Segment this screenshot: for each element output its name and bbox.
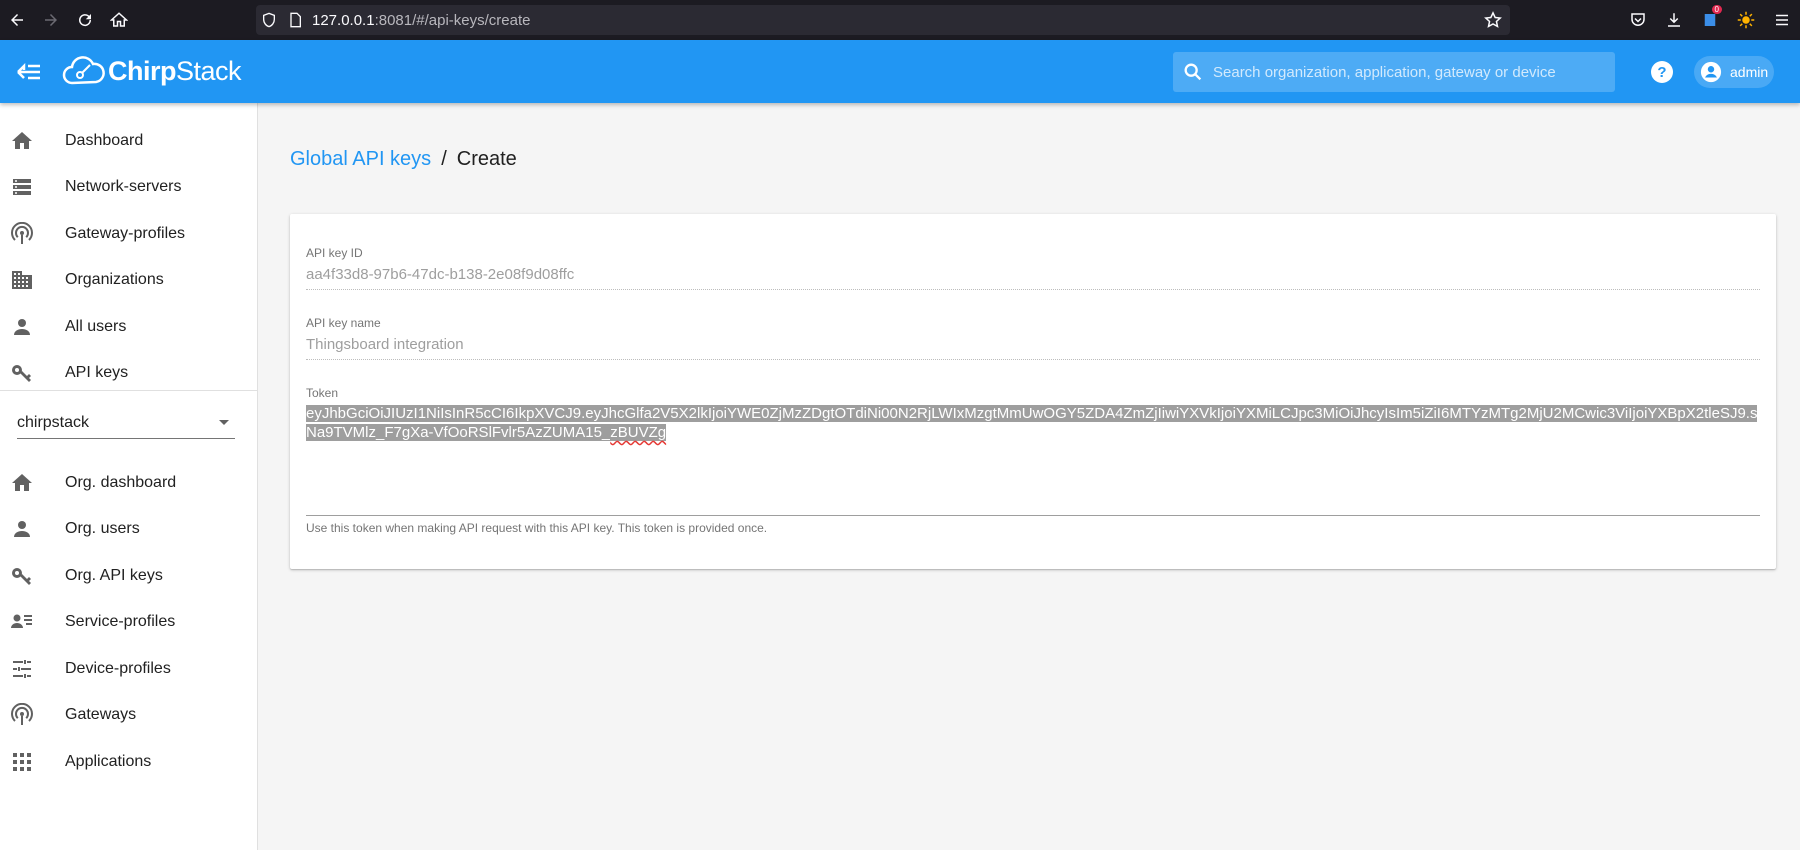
sidebar-item-label: API keys xyxy=(65,364,129,381)
token-textarea[interactable]: eyJhbGciOiJIUzI1NiIsInR5cCI6IkpXVCJ9.eyJ… xyxy=(306,404,1760,516)
user-name: admin xyxy=(1730,64,1769,80)
home-icon[interactable] xyxy=(102,0,136,40)
key-icon xyxy=(10,564,34,588)
api-key-name-field[interactable]: API key name Thingsboard integration xyxy=(306,316,1760,360)
sidebar-item-label: Organizations xyxy=(65,271,164,288)
back-icon[interactable] xyxy=(0,0,34,40)
api-key-name-value[interactable]: Thingsboard integration xyxy=(306,336,1760,360)
sidebar-item-label: Org. API keys xyxy=(65,567,163,584)
token-selected-text: eyJhbGciOiJIUzI1NiIsInR5cCI6IkpXVCJ9.eyJ… xyxy=(306,405,1758,441)
url-text: 127.0.0.1:8081/#/api-keys/create xyxy=(312,12,531,29)
sidebar-item-device-profiles[interactable]: Device-profiles xyxy=(0,646,257,692)
domain-icon xyxy=(10,268,34,292)
radio-tower-icon xyxy=(10,221,34,246)
sidebar-item-label: Network-servers xyxy=(65,178,182,195)
breadcrumb-separator: / xyxy=(441,148,447,170)
url-host: 127.0.0.1 xyxy=(312,11,375,29)
search-input[interactable] xyxy=(1213,63,1603,81)
download-icon[interactable] xyxy=(1656,11,1692,29)
api-key-name-label: API key name xyxy=(306,316,381,330)
page-icon[interactable] xyxy=(282,12,308,28)
sidebar-item-label: All users xyxy=(65,318,127,335)
bookmark-star-icon[interactable] xyxy=(1484,11,1502,34)
sidebar-item-dashboard[interactable]: Dashboard xyxy=(0,118,257,164)
sidebar-item-network-servers[interactable]: Network-servers xyxy=(0,164,257,210)
breadcrumb-link-global-api-keys[interactable]: Global API keys xyxy=(290,148,431,171)
sidebar-item-label: Dashboard xyxy=(65,132,144,149)
organization-select[interactable]: chirpstack xyxy=(17,407,235,439)
sidebar-item-org-api-keys[interactable]: Org. API keys xyxy=(0,553,257,599)
chirpstack-logo[interactable]: ChirpStack xyxy=(60,50,242,92)
page-title: Create xyxy=(456,148,517,170)
sidebar-item-label: Org. dashboard xyxy=(65,474,177,491)
token-field-label-wrap: Token xyxy=(306,386,1760,400)
logo-text-light: Stack xyxy=(176,55,242,86)
sidebar-item-gateways[interactable]: Gateways xyxy=(0,692,257,738)
key-icon xyxy=(10,361,34,385)
user-menu-button[interactable]: admin xyxy=(1694,56,1774,88)
sidebar: Dashboard Network-servers Gateway-profil… xyxy=(0,103,258,850)
sun-icon[interactable] xyxy=(1728,11,1764,29)
breadcrumb: Global API keys / Create xyxy=(290,148,517,171)
sidebar-item-label: Gateway-profiles xyxy=(65,225,186,242)
server-icon xyxy=(10,175,34,199)
cloud-logo-icon xyxy=(62,56,105,85)
api-key-form-card: API key ID aa4f33d8-97b6-47dc-b138-2e08f… xyxy=(290,214,1776,569)
sidebar-item-org-dashboard[interactable]: Org. dashboard xyxy=(0,460,257,506)
radio-tower-icon xyxy=(10,702,34,727)
notification-badge: 0 xyxy=(1711,5,1722,14)
person-icon xyxy=(10,517,34,541)
search-icon xyxy=(1173,61,1213,83)
token-label: Token xyxy=(306,386,339,400)
apps-icon xyxy=(10,750,34,774)
sidebar-item-service-profiles[interactable]: Service-profiles xyxy=(0,599,257,645)
api-key-id-label: API key ID xyxy=(306,246,363,260)
token-selected-text-tail: zBUVZg xyxy=(610,424,667,441)
tune-icon xyxy=(10,657,34,681)
organization-select-value: chirpstack xyxy=(17,413,90,431)
account-circle-icon xyxy=(1700,61,1722,83)
person-icon xyxy=(10,315,34,339)
sidebar-item-all-users[interactable]: All users xyxy=(0,304,257,350)
home-icon xyxy=(10,471,34,495)
sidebar-item-org-users[interactable]: Org. users xyxy=(0,506,257,552)
menu-collapse-icon[interactable] xyxy=(16,60,42,84)
forward-icon[interactable] xyxy=(34,0,68,40)
pocket-icon[interactable] xyxy=(1620,11,1656,29)
sidebar-item-organizations[interactable]: Organizations xyxy=(0,257,257,303)
token-helper-text: Use this token when making API request w… xyxy=(306,521,768,535)
sidebar-item-label: Gateways xyxy=(65,706,137,723)
sidebar-item-gateway-profiles[interactable]: Gateway-profiles xyxy=(0,211,257,257)
dropdown-arrow-icon xyxy=(219,420,229,425)
global-search[interactable] xyxy=(1173,52,1615,92)
logo-text-bold: Chirp xyxy=(108,55,177,86)
browser-toolbar: 127.0.0.1:8081/#/api-keys/create 0 xyxy=(0,0,1800,40)
sidebar-item-label: Service-profiles xyxy=(65,613,176,630)
hamburger-menu-icon[interactable] xyxy=(1764,11,1800,29)
shield-icon[interactable] xyxy=(256,12,282,28)
sidebar-item-label: Device-profiles xyxy=(65,660,171,677)
reload-icon[interactable] xyxy=(68,0,102,40)
api-key-id-value[interactable]: aa4f33d8-97b6-47dc-b138-2e08f9d08ffc xyxy=(306,266,1760,290)
sidebar-item-label: Applications xyxy=(65,753,152,770)
app-header: ChirpStack ? admin xyxy=(0,40,1800,103)
svg-text:?: ? xyxy=(1657,64,1666,81)
api-key-id-field[interactable]: API key ID aa4f33d8-97b6-47dc-b138-2e08f… xyxy=(306,246,1760,290)
address-bar[interactable]: 127.0.0.1:8081/#/api-keys/create xyxy=(256,5,1510,35)
account-details-icon xyxy=(10,610,34,634)
sidebar-item-applications[interactable]: Applications xyxy=(0,739,257,785)
home-icon xyxy=(10,129,34,153)
sidebar-item-label: Org. users xyxy=(65,520,140,537)
sidebar-divider xyxy=(0,390,257,391)
help-icon[interactable]: ? xyxy=(1650,60,1674,84)
extension-icon[interactable]: 0 xyxy=(1692,5,1728,29)
url-path: :8081/#/api-keys/create xyxy=(374,11,531,29)
